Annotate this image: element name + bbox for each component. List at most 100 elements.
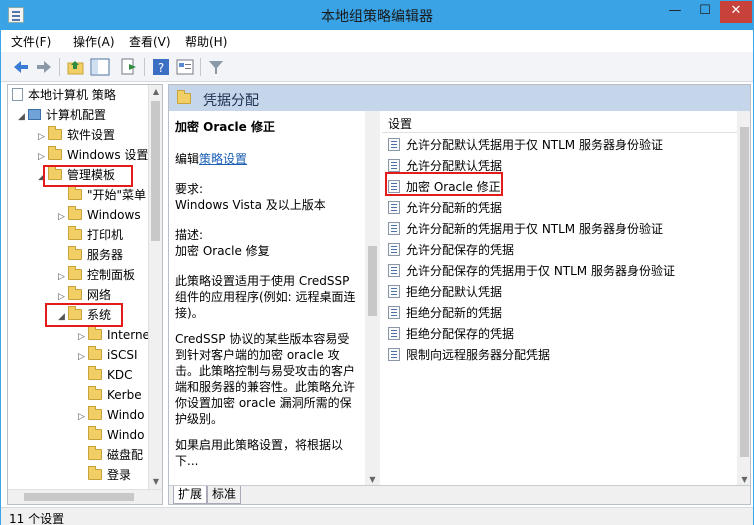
expand-arrow-icon[interactable]: ▷	[38, 128, 48, 146]
settings-column-header[interactable]: 设置	[382, 111, 750, 133]
policy-setting-icon	[388, 327, 400, 340]
folder-icon	[88, 446, 102, 460]
tree-item-logon[interactable]: 登录	[78, 466, 131, 486]
description-paragraph-1: 此策略设置适用于使用 CredSSP 组件的应用程序(例如: 远程桌面连接)。	[175, 274, 356, 320]
scroll-up-icon[interactable]: ▲	[149, 85, 162, 99]
menu-view[interactable]: 查看(V)	[129, 33, 171, 50]
properties-icon[interactable]	[175, 57, 195, 77]
policy-setting-icon	[388, 201, 400, 214]
status-text: 11 个设置	[9, 512, 65, 525]
tree-item-kdc[interactable]: KDC	[78, 366, 133, 386]
tree-item-windows-settings[interactable]: ▷ Windows 设置	[38, 146, 148, 166]
tree-item-local-policy[interactable]: 本地计算机 策略	[12, 86, 116, 106]
export-icon[interactable]	[119, 57, 139, 77]
setting-row[interactable]: 允许分配新的凭据用于仅 NTLM 服务器身份验证	[388, 220, 663, 241]
setting-row[interactable]: 拒绝分配新的凭据	[388, 304, 502, 325]
filter-icon[interactable]	[206, 57, 226, 77]
description-paragraph-3: 如果启用此策略设置，将根据以下...	[175, 438, 344, 468]
toolbar-separator	[144, 58, 145, 76]
toolbar: ?	[1, 52, 753, 82]
tree-item-kerberos[interactable]: Kerbe	[78, 386, 142, 406]
tree-item-server[interactable]: 服务器	[58, 246, 123, 266]
tree-item-printers[interactable]: 打印机	[58, 226, 123, 246]
back-icon[interactable]	[11, 57, 31, 77]
tree-item-computer-config[interactable]: ◢ 计算机配置	[18, 106, 106, 126]
policy-setting-icon	[388, 348, 400, 361]
expand-arrow-icon[interactable]: ▷	[78, 408, 88, 426]
tree-item-windows-2[interactable]: Windo	[78, 426, 145, 446]
scroll-thumb[interactable]	[740, 127, 749, 457]
tree-item-start-menu[interactable]: "开始"菜单	[58, 186, 146, 206]
tab-extended[interactable]: 扩展	[173, 486, 208, 504]
policy-setting-icon	[388, 138, 400, 151]
folder-icon	[48, 126, 62, 140]
expand-arrow-icon[interactable]: ▷	[78, 328, 88, 346]
policy-setting-icon	[388, 243, 400, 256]
settings-list: 设置 允许分配默认凭据用于仅 NTLM 服务器身份验证 允许分配默认凭据 加密 …	[382, 111, 750, 487]
highlight-box-admin-templates	[43, 165, 133, 187]
tree-horizontal-scrollbar[interactable]	[8, 489, 162, 504]
menu-file[interactable]: 文件(F)	[11, 33, 51, 50]
tree-item-windows-components[interactable]: ▷ Windows	[58, 206, 141, 226]
menu-help[interactable]: 帮助(H)	[185, 33, 227, 50]
description-panel: 加密 Oracle 修正 编辑策略设置 要求: Windows Vista 及以上…	[169, 111, 365, 487]
setting-row[interactable]: 限制向远程服务器分配凭据	[388, 346, 550, 367]
show-tree-icon[interactable]	[90, 57, 110, 77]
scroll-thumb[interactable]	[368, 246, 377, 316]
highlight-box-oracle-remediation	[385, 172, 503, 196]
highlight-box-system	[45, 303, 123, 327]
scroll-down-icon[interactable]: ▼	[149, 475, 162, 489]
policy-setting-icon	[388, 222, 400, 235]
close-button[interactable]: ✕	[720, 1, 752, 23]
folder-icon	[48, 146, 62, 160]
minimize-button[interactable]: —	[660, 1, 690, 23]
folder-icon	[68, 286, 82, 300]
tree-pane[interactable]: 本地计算机 策略 ◢ 计算机配置 ▷ 软件设置 ▷ Windows 设置 ◢ 管理模板 …	[7, 84, 163, 505]
setting-row[interactable]: 允许分配保存的凭据用于仅 NTLM 服务器身份验证	[388, 262, 675, 283]
maximize-button[interactable]: ☐	[690, 1, 720, 23]
folder-icon	[88, 346, 102, 360]
policy-setting-icon	[388, 159, 400, 172]
expand-arrow-icon[interactable]: ▷	[38, 148, 48, 166]
expand-arrow-icon[interactable]: ◢	[18, 108, 28, 126]
computer-icon	[28, 109, 41, 120]
description-value: 加密 Oracle 修复	[175, 244, 270, 258]
tree-item-internet[interactable]: ▷ Interne	[78, 326, 150, 346]
menu-bar: 文件(F) 操作(A) 查看(V) 帮助(H)	[1, 30, 753, 52]
tab-standard[interactable]: 标准	[207, 486, 242, 504]
window-title: 本地组策略编辑器	[321, 9, 433, 25]
details-pane: 凭据分配 加密 Oracle 修正 编辑策略设置 要求: Windows Vist…	[168, 84, 751, 505]
description-label: 描述:	[175, 228, 204, 242]
expand-arrow-icon[interactable]: ▷	[58, 208, 68, 226]
tree-item-software-settings[interactable]: ▷ 软件设置	[38, 126, 115, 146]
edit-policy-link[interactable]: 策略设置	[199, 152, 247, 166]
policy-setting-icon	[388, 264, 400, 277]
toolbar-separator	[200, 58, 201, 76]
tree-item-control-panel[interactable]: ▷ 控制面板	[58, 266, 135, 286]
setting-row[interactable]: 允许分配保存的凭据	[388, 241, 514, 262]
expand-arrow-icon[interactable]: ▷	[78, 348, 88, 366]
view-tabs: 扩展 标准	[169, 485, 750, 504]
setting-row[interactable]: 允许分配默认凭据用于仅 NTLM 服务器身份验证	[388, 136, 663, 157]
tree-item-windows-1[interactable]: ▷ Windo	[78, 406, 145, 426]
up-folder-icon[interactable]	[66, 57, 86, 77]
forward-icon[interactable]	[34, 57, 54, 77]
details-header-title: 凭据分配	[203, 93, 259, 109]
expand-arrow-icon[interactable]: ▷	[58, 268, 68, 286]
folder-icon	[88, 406, 102, 420]
tree-vertical-scrollbar[interactable]: ▲ ▼	[148, 85, 162, 489]
settings-scrollbar[interactable]: ▼	[737, 111, 750, 487]
setting-row[interactable]: 拒绝分配默认凭据	[388, 283, 502, 304]
scroll-thumb[interactable]	[24, 493, 134, 501]
tree-item-disk-quota[interactable]: 磁盘配	[78, 446, 143, 466]
tree-item-iscsi[interactable]: ▷ iSCSI	[78, 346, 138, 366]
setting-row[interactable]: 允许分配新的凭据	[388, 199, 502, 220]
menu-action[interactable]: 操作(A)	[73, 33, 115, 50]
setting-row[interactable]: 拒绝分配保存的凭据	[388, 325, 514, 346]
description-scrollbar[interactable]: ▼	[365, 111, 380, 487]
help-icon[interactable]: ?	[151, 57, 171, 77]
document-icon	[12, 88, 23, 101]
scroll-thumb[interactable]	[151, 101, 160, 241]
folder-icon	[88, 326, 102, 340]
title-bar[interactable]: 本地组策略编辑器 — ☐ ✕	[1, 1, 753, 30]
